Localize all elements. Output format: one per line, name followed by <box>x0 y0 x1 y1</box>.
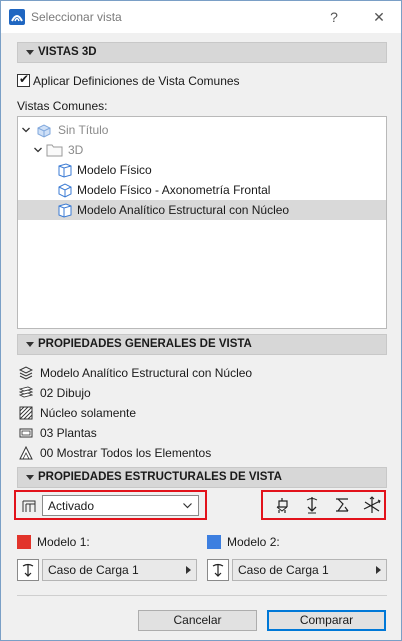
pen-set-icon <box>19 428 33 438</box>
section-header-3d-views[interactable]: VISTAS 3D <box>17 42 387 63</box>
common-views-label: Vistas Comunes: <box>17 99 108 113</box>
axes-icon <box>363 496 381 513</box>
tree-item-label: 3D <box>68 143 84 157</box>
collapse-triangle-icon <box>26 50 34 55</box>
model-1-label: Modelo 1: <box>37 535 90 549</box>
tree-item-label: Sin Título <box>58 123 109 137</box>
tree-item-label: Modelo Analítico Estructural con Núcleo <box>77 203 290 217</box>
property-label: Modelo Analítico Estructural con Núcleo <box>40 366 253 380</box>
collapse-triangle-icon <box>26 342 34 347</box>
load-case-icon <box>212 563 224 577</box>
close-button[interactable]: ✕ <box>365 6 393 28</box>
model-2-color-swatch <box>207 535 221 549</box>
renovation-filter-icon <box>19 446 33 460</box>
help-button[interactable]: ? <box>320 6 348 28</box>
load-icon <box>306 497 318 514</box>
window-title: Seleccionar vista <box>31 10 122 24</box>
tree-item-3d[interactable]: 3D <box>18 140 386 160</box>
chevron-right-icon <box>376 566 381 574</box>
select-view-dialog: Seleccionar vista ? ✕ VISTAS 3D ✔ Aplica… <box>0 0 402 641</box>
property-label: Núcleo solamente <box>40 406 137 420</box>
title-bar: Seleccionar vista ? ✕ <box>1 1 401 33</box>
support-icon <box>276 498 288 513</box>
common-views-tree[interactable]: Sin Título 3D Modelo Físico Modelo Físic… <box>17 116 387 329</box>
model-2-load-type-button[interactable] <box>207 559 229 581</box>
section-header-structural-properties[interactable]: PROPIEDADES ESTRUCTURALES DE VISTA <box>17 467 387 488</box>
chevron-down-icon[interactable] <box>34 146 42 154</box>
collapse-triangle-icon <box>26 475 34 480</box>
property-label: 03 Plantas <box>40 426 97 440</box>
apply-common-views-label: Aplicar Definiciones de Vista Comunes <box>33 74 240 88</box>
dropdown-value: Caso de Carga 1 <box>238 563 329 577</box>
chevron-down-icon[interactable] <box>22 126 30 134</box>
model-1-load-case-dropdown[interactable]: Caso de Carga 1 <box>42 559 197 581</box>
section-title: PROPIEDADES GENERALES DE VISTA <box>38 338 252 350</box>
axes-display-button[interactable] <box>361 494 383 516</box>
footer-separator <box>17 595 387 596</box>
property-label: 00 Mostrar Todos los Elementos <box>40 446 212 460</box>
tree-item-sin-titulo[interactable]: Sin Título <box>18 120 386 140</box>
model-2-label: Modelo 2: <box>227 535 280 549</box>
archicad-icon <box>9 9 25 25</box>
chevron-right-icon <box>186 566 191 574</box>
tree-item-label: Modelo Físico <box>77 163 152 177</box>
load-case-icon <box>22 563 34 577</box>
member-icon <box>336 498 349 512</box>
dropdown-value: Caso de Carga 1 <box>48 563 139 577</box>
model-2-load-case-dropdown[interactable]: Caso de Carga 1 <box>232 559 387 581</box>
model-view-options-icon <box>19 366 33 380</box>
section-title: VISTAS 3D <box>38 46 97 58</box>
support-display-button[interactable] <box>271 494 293 516</box>
cancel-button[interactable]: Cancelar <box>138 610 257 631</box>
structural-display-icon <box>22 500 36 512</box>
section-header-general-properties[interactable]: PROPIEDADES GENERALES DE VISTA <box>17 334 387 355</box>
folder-icon <box>46 144 63 157</box>
hatch-icon <box>19 406 33 420</box>
compare-button[interactable]: Comparar <box>267 610 386 631</box>
chevron-down-icon <box>183 503 192 509</box>
apply-common-views-checkbox[interactable]: ✔ <box>17 72 30 87</box>
dropdown-value: Activado <box>48 499 95 513</box>
3d-view-icon <box>58 163 72 178</box>
section-title: PROPIEDADES ESTRUCTURALES DE VISTA <box>38 471 282 483</box>
3d-view-icon <box>58 203 72 218</box>
member-display-button[interactable] <box>331 494 353 516</box>
property-label: 02 Dibujo <box>40 386 91 400</box>
checkmark-icon: ✔ <box>19 72 30 86</box>
tree-item-modelo-analitico[interactable]: Modelo Analítico Estructural con Núcleo <box>18 200 386 220</box>
load-display-button[interactable] <box>301 494 323 516</box>
views-folder-icon <box>37 124 51 138</box>
layers-icon <box>19 386 33 398</box>
analytical-display-dropdown[interactable]: Activado <box>42 495 199 516</box>
tree-item-modelo-fisico[interactable]: Modelo Físico <box>18 160 386 180</box>
3d-axon-icon <box>58 183 72 198</box>
tree-item-label: Modelo Físico - Axonometría Frontal <box>77 183 271 197</box>
tree-item-modelo-fisico-axon[interactable]: Modelo Físico - Axonometría Frontal <box>18 180 386 200</box>
model-1-color-swatch <box>17 535 31 549</box>
model-1-load-type-button[interactable] <box>17 559 39 581</box>
